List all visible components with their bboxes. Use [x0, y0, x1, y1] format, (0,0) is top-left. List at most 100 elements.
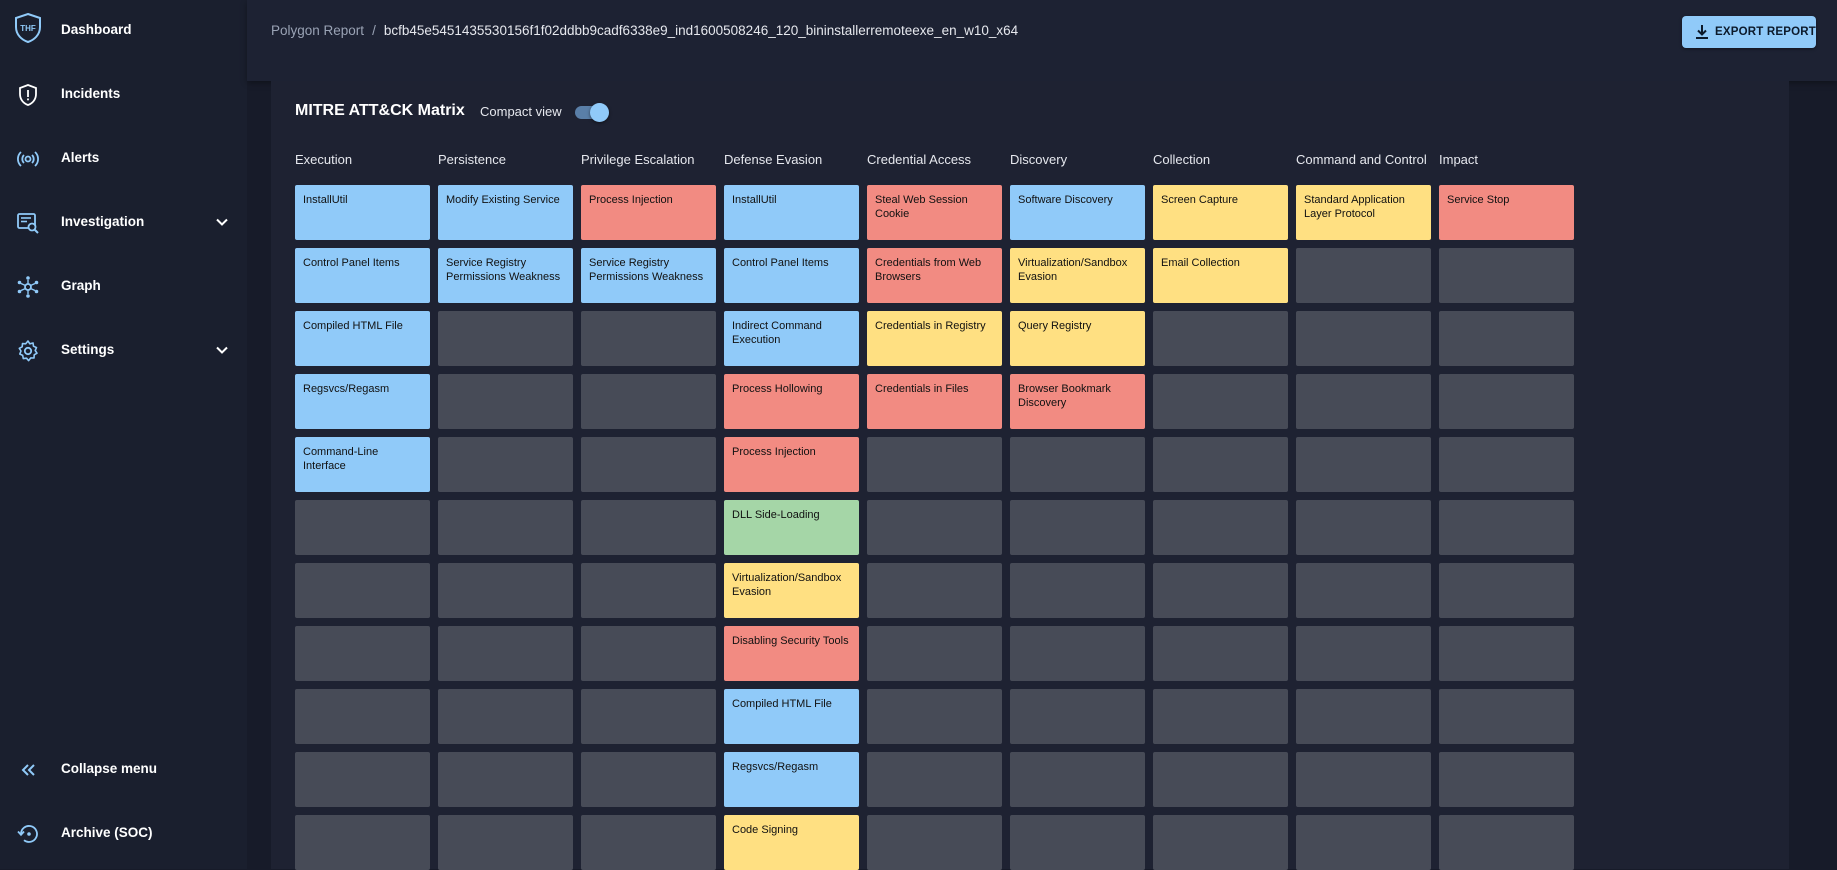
technique-cell-code-signing[interactable]: Code Signing: [724, 815, 859, 870]
empty-cell: [867, 563, 1002, 618]
technique-label: Credentials from Web Browsers: [875, 257, 982, 283]
technique-cell-regsvcs-regasm[interactable]: Regsvcs/Regasm: [724, 752, 859, 807]
technique-cell-screen-capture[interactable]: Screen Capture: [1153, 185, 1288, 240]
empty-cell: [438, 626, 573, 681]
empty-cell: [1439, 626, 1574, 681]
empty-cell: [1439, 248, 1574, 303]
technique-cell-control-panel-items[interactable]: Control Panel Items: [724, 248, 859, 303]
technique-cell-compiled-html-file[interactable]: Compiled HTML File: [295, 311, 430, 366]
technique-label: Command-Line Interface: [303, 446, 379, 472]
empty-cell: [295, 752, 430, 807]
technique-cell-credentials-in-files[interactable]: Credentials in Files: [867, 374, 1002, 429]
technique-cell-disabling-security-tools[interactable]: Disabling Security Tools: [724, 626, 859, 681]
breadcrumb-current: bcfb45e5451435530156f1f02ddbb9cadf6338e9…: [383, 23, 1019, 38]
empty-cell: [438, 689, 573, 744]
empty-cell: [1296, 248, 1431, 303]
technique-cell-regsvcs-regasm[interactable]: Regsvcs/Regasm: [295, 374, 430, 429]
sidebar-item-label: Settings: [61, 342, 115, 357]
technique-label: Steal Web Session Cookie: [875, 194, 968, 220]
technique-cell-control-panel-items[interactable]: Control Panel Items: [295, 248, 430, 303]
sidebar-item-incidents[interactable]: Incidents: [0, 74, 247, 114]
sidebar-item-label: Graph: [61, 278, 101, 293]
technique-cell-indirect-command-execution[interactable]: Indirect Command Execution: [724, 311, 859, 366]
technique-cell-command-line-interface[interactable]: Command-Line Interface: [295, 437, 430, 492]
breadcrumb-root-link[interactable]: Polygon Report: [271, 23, 364, 38]
export-report-button[interactable]: EXPORT REPORT: [1682, 16, 1816, 48]
sidebar-item-graph[interactable]: Graph: [0, 266, 247, 306]
empty-cell: [1153, 815, 1288, 870]
empty-cell: [295, 815, 430, 870]
logo-text: THF: [20, 24, 36, 33]
sidebar-item-dashboard[interactable]: THF Dashboard: [0, 10, 247, 50]
technique-label: Software Discovery: [1018, 194, 1113, 206]
technique-label: Control Panel Items: [303, 257, 400, 269]
technique-cell-compiled-html-file[interactable]: Compiled HTML File: [724, 689, 859, 744]
empty-cell: [1010, 752, 1145, 807]
sidebar-item-alerts[interactable]: Alerts: [0, 138, 247, 178]
empty-cell: [867, 626, 1002, 681]
technique-label: Process Injection: [589, 194, 673, 206]
technique-label: Control Panel Items: [732, 257, 829, 269]
technique-cell-installutil[interactable]: InstallUtil: [295, 185, 430, 240]
empty-cell: [867, 689, 1002, 744]
graph-icon: [15, 274, 41, 300]
technique-label: DLL Side-Loading: [732, 509, 820, 521]
empty-cell: [1010, 689, 1145, 744]
empty-cell: [1439, 563, 1574, 618]
empty-cell: [438, 500, 573, 555]
empty-cell: [867, 437, 1002, 492]
empty-cell: [1439, 752, 1574, 807]
column-header-persistence: Persistence: [438, 152, 506, 167]
toggle-thumb: [590, 103, 609, 122]
technique-cell-service-registry-permissions-weakness[interactable]: Service Registry Permissions Weakness: [581, 248, 716, 303]
empty-cell: [1296, 374, 1431, 429]
technique-cell-process-injection[interactable]: Process Injection: [581, 185, 716, 240]
sidebar-item-settings[interactable]: Settings: [0, 330, 247, 370]
sidebar-item-investigation[interactable]: Investigation: [0, 202, 247, 242]
collapse-menu-label: Collapse menu: [61, 761, 158, 776]
empty-cell: [295, 689, 430, 744]
empty-cell: [1296, 626, 1431, 681]
empty-cell: [438, 563, 573, 618]
technique-cell-credentials-in-registry[interactable]: Credentials in Registry: [867, 311, 1002, 366]
technique-cell-credentials-from-web-browsers[interactable]: Credentials from Web Browsers: [867, 248, 1002, 303]
empty-cell: [1296, 437, 1431, 492]
technique-cell-email-collection[interactable]: Email Collection: [1153, 248, 1288, 303]
technique-cell-modify-existing-service[interactable]: Modify Existing Service: [438, 185, 573, 240]
technique-cell-service-registry-permissions-weakness[interactable]: Service Registry Permissions Weakness: [438, 248, 573, 303]
technique-label: Service Registry Permissions Weakness: [589, 257, 704, 283]
empty-cell: [1010, 626, 1145, 681]
technique-label: Service Stop: [1447, 194, 1510, 206]
technique-cell-query-registry[interactable]: Query Registry: [1010, 311, 1145, 366]
technique-cell-virtualization-sandbox-evasion[interactable]: Virtualization/Sandbox Evasion: [1010, 248, 1145, 303]
technique-cell-dll-side-loading[interactable]: DLL Side-Loading: [724, 500, 859, 555]
empty-cell: [1153, 689, 1288, 744]
compact-view-toggle[interactable]: [573, 103, 609, 122]
technique-label: Process Injection: [732, 446, 816, 458]
technique-cell-software-discovery[interactable]: Software Discovery: [1010, 185, 1145, 240]
technique-cell-steal-web-session-cookie[interactable]: Steal Web Session Cookie: [867, 185, 1002, 240]
empty-cell: [1153, 374, 1288, 429]
technique-cell-virtualization-sandbox-evasion[interactable]: Virtualization/Sandbox Evasion: [724, 563, 859, 618]
sidebar-item-label: Investigation: [61, 214, 145, 229]
technique-cell-browser-bookmark-discovery[interactable]: Browser Bookmark Discovery: [1010, 374, 1145, 429]
collapse-menu-button[interactable]: Collapse menu: [0, 749, 247, 789]
breadcrumb-separator: /: [372, 23, 376, 38]
sidebar-item-archive[interactable]: Archive (SOC): [0, 813, 247, 853]
technique-cell-process-hollowing[interactable]: Process Hollowing: [724, 374, 859, 429]
empty-cell: [581, 563, 716, 618]
empty-cell: [581, 311, 716, 366]
empty-cell: [1296, 563, 1431, 618]
technique-cell-process-injection[interactable]: Process Injection: [724, 437, 859, 492]
technique-cell-service-stop[interactable]: Service Stop: [1439, 185, 1574, 240]
sidebar-item-label: Incidents: [61, 86, 121, 101]
technique-label: Email Collection: [1161, 257, 1240, 269]
column-header-discovery: Discovery: [1010, 152, 1068, 167]
sidebar: THF Dashboard Incidents Alerts Investiga…: [0, 0, 247, 869]
empty-cell: [1010, 563, 1145, 618]
empty-cell: [581, 626, 716, 681]
technique-cell-standard-application-layer-protocol[interactable]: Standard Application Layer Protocol: [1296, 185, 1431, 240]
technique-cell-installutil[interactable]: InstallUtil: [724, 185, 859, 240]
technique-label: Query Registry: [1018, 320, 1092, 332]
empty-cell: [295, 563, 430, 618]
